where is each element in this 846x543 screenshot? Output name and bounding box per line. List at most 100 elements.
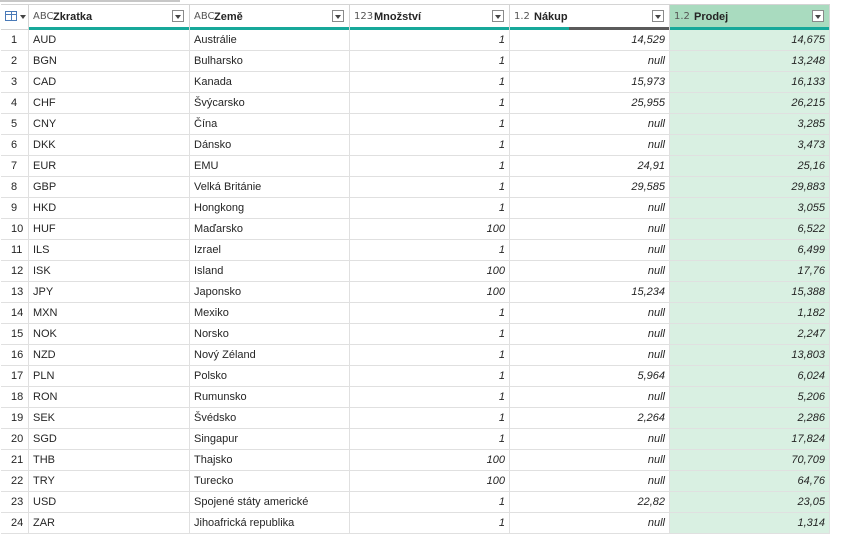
- cell-zeme[interactable]: Nový Zéland: [190, 345, 350, 365]
- cell-mnozstvi[interactable]: 1: [350, 513, 510, 533]
- cell-nakup[interactable]: 14,529: [510, 30, 670, 50]
- cell-zkratka[interactable]: SEK: [29, 408, 190, 428]
- cell-zeme[interactable]: Dánsko: [190, 135, 350, 155]
- table-menu-button[interactable]: [1, 5, 29, 29]
- table-row[interactable]: 12 ISK Island 100 null 17,76: [1, 261, 830, 282]
- cell-prodej[interactable]: 3,285: [670, 114, 830, 134]
- cell-zkratka[interactable]: NZD: [29, 345, 190, 365]
- cell-zkratka[interactable]: ISK: [29, 261, 190, 281]
- cell-prodej[interactable]: 6,024: [670, 366, 830, 386]
- cell-prodej[interactable]: 2,286: [670, 408, 830, 428]
- cell-zeme[interactable]: Rumunsko: [190, 387, 350, 407]
- cell-prodej[interactable]: 29,883: [670, 177, 830, 197]
- cell-mnozstvi[interactable]: 1: [350, 177, 510, 197]
- cell-nakup[interactable]: null: [510, 303, 670, 323]
- cell-mnozstvi[interactable]: 1: [350, 114, 510, 134]
- cell-nakup[interactable]: null: [510, 51, 670, 71]
- cell-prodej[interactable]: 6,522: [670, 219, 830, 239]
- row-number[interactable]: 22: [1, 471, 29, 491]
- cell-nakup[interactable]: null: [510, 135, 670, 155]
- cell-prodej[interactable]: 1,182: [670, 303, 830, 323]
- cell-prodej[interactable]: 13,803: [670, 345, 830, 365]
- cell-mnozstvi[interactable]: 1: [350, 135, 510, 155]
- text-type-icon[interactable]: ABC: [194, 11, 215, 22]
- table-row[interactable]: 4 CHF Švýcarsko 1 25,955 26,215: [1, 93, 830, 114]
- row-number[interactable]: 16: [1, 345, 29, 365]
- cell-nakup[interactable]: null: [510, 387, 670, 407]
- cell-mnozstvi[interactable]: 1: [350, 30, 510, 50]
- cell-zkratka[interactable]: AUD: [29, 30, 190, 50]
- filter-dropdown-button[interactable]: [332, 10, 344, 22]
- cell-prodej[interactable]: 16,133: [670, 72, 830, 92]
- cell-zeme[interactable]: Jihoafrická republika: [190, 513, 350, 533]
- table-row[interactable]: 13 JPY Japonsko 100 15,234 15,388: [1, 282, 830, 303]
- cell-zeme[interactable]: Spojené státy americké: [190, 492, 350, 512]
- row-number[interactable]: 15: [1, 324, 29, 344]
- cell-zkratka[interactable]: THB: [29, 450, 190, 470]
- cell-prodej[interactable]: 1,314: [670, 513, 830, 533]
- cell-zkratka[interactable]: RON: [29, 387, 190, 407]
- cell-prodej[interactable]: 3,473: [670, 135, 830, 155]
- cell-nakup[interactable]: 15,234: [510, 282, 670, 302]
- table-row[interactable]: 8 GBP Velká Británie 1 29,585 29,883: [1, 177, 830, 198]
- cell-mnozstvi[interactable]: 1: [350, 303, 510, 323]
- row-number[interactable]: 20: [1, 429, 29, 449]
- cell-prodej[interactable]: 13,248: [670, 51, 830, 71]
- cell-mnozstvi[interactable]: 100: [350, 471, 510, 491]
- cell-nakup[interactable]: 29,585: [510, 177, 670, 197]
- cell-zeme[interactable]: Kanada: [190, 72, 350, 92]
- cell-zeme[interactable]: Island: [190, 261, 350, 281]
- cell-zeme[interactable]: EMU: [190, 156, 350, 176]
- cell-zkratka[interactable]: GBP: [29, 177, 190, 197]
- row-number[interactable]: 17: [1, 366, 29, 386]
- cell-nakup[interactable]: 15,973: [510, 72, 670, 92]
- table-row[interactable]: 24 ZAR Jihoafrická republika 1 null 1,314: [1, 513, 830, 534]
- cell-prodej[interactable]: 2,247: [670, 324, 830, 344]
- cell-nakup[interactable]: null: [510, 261, 670, 281]
- cell-nakup[interactable]: 22,82: [510, 492, 670, 512]
- cell-zkratka[interactable]: BGN: [29, 51, 190, 71]
- cell-prodej[interactable]: 3,055: [670, 198, 830, 218]
- cell-nakup[interactable]: 2,264: [510, 408, 670, 428]
- cell-nakup[interactable]: null: [510, 324, 670, 344]
- decimal-type-icon[interactable]: 1.2: [674, 11, 690, 22]
- cell-zeme[interactable]: Švédsko: [190, 408, 350, 428]
- cell-prodej[interactable]: 14,675: [670, 30, 830, 50]
- cell-zeme[interactable]: Polsko: [190, 366, 350, 386]
- cell-mnozstvi[interactable]: 1: [350, 345, 510, 365]
- row-number[interactable]: 5: [1, 114, 29, 134]
- table-row[interactable]: 11 ILS Izrael 1 null 6,499: [1, 240, 830, 261]
- filter-dropdown-button[interactable]: [652, 10, 664, 22]
- column-header-mnozstvi[interactable]: 123 Množství: [350, 5, 510, 30]
- cell-zeme[interactable]: Švýcarsko: [190, 93, 350, 113]
- cell-mnozstvi[interactable]: 1: [350, 93, 510, 113]
- cell-nakup[interactable]: null: [510, 429, 670, 449]
- cell-mnozstvi[interactable]: 1: [350, 387, 510, 407]
- cell-prodej[interactable]: 17,76: [670, 261, 830, 281]
- cell-nakup[interactable]: 25,955: [510, 93, 670, 113]
- cell-zeme[interactable]: Bulharsko: [190, 51, 350, 71]
- cell-nakup[interactable]: null: [510, 198, 670, 218]
- cell-prodej[interactable]: 6,499: [670, 240, 830, 260]
- text-type-icon[interactable]: ABC: [33, 11, 54, 22]
- row-number[interactable]: 6: [1, 135, 29, 155]
- whole-number-type-icon[interactable]: 123: [354, 11, 373, 22]
- column-header-zeme[interactable]: ABC Země: [190, 5, 350, 30]
- table-row[interactable]: 14 MXN Mexiko 1 null 1,182: [1, 303, 830, 324]
- row-number[interactable]: 9: [1, 198, 29, 218]
- cell-zkratka[interactable]: MXN: [29, 303, 190, 323]
- cell-zkratka[interactable]: ZAR: [29, 513, 190, 533]
- cell-zeme[interactable]: Japonsko: [190, 282, 350, 302]
- cell-zkratka[interactable]: HKD: [29, 198, 190, 218]
- filter-dropdown-button[interactable]: [172, 10, 184, 22]
- cell-zkratka[interactable]: USD: [29, 492, 190, 512]
- cell-zkratka[interactable]: PLN: [29, 366, 190, 386]
- cell-zeme[interactable]: Velká Británie: [190, 177, 350, 197]
- row-number[interactable]: 19: [1, 408, 29, 428]
- cell-zeme[interactable]: Austrálie: [190, 30, 350, 50]
- row-number[interactable]: 7: [1, 156, 29, 176]
- cell-zeme[interactable]: Izrael: [190, 240, 350, 260]
- row-number[interactable]: 12: [1, 261, 29, 281]
- cell-mnozstvi[interactable]: 1: [350, 366, 510, 386]
- cell-nakup[interactable]: 5,964: [510, 366, 670, 386]
